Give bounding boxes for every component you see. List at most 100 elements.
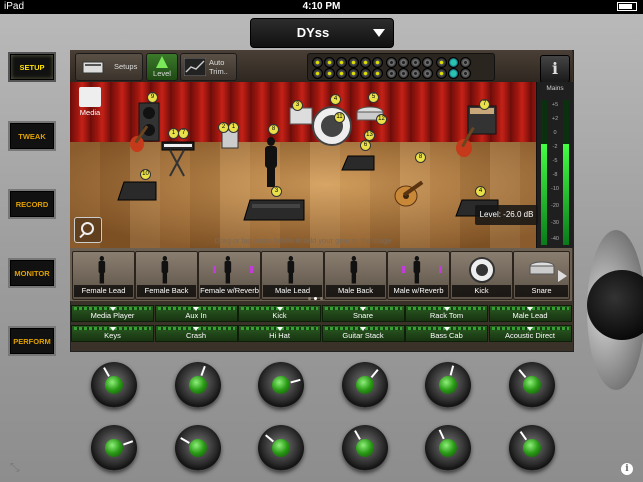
tray-item[interactable]: Kick xyxy=(450,251,513,300)
vocalist-figure[interactable] xyxy=(264,137,278,187)
snare-drum-icon xyxy=(529,261,555,275)
channel-knob[interactable] xyxy=(91,362,137,408)
input-jack[interactable] xyxy=(360,57,371,68)
channel-strip[interactable]: Snare xyxy=(321,305,405,322)
channel-knob[interactable] xyxy=(508,362,555,408)
electric-guitar-icon[interactable] xyxy=(454,124,484,158)
input-jack[interactable] xyxy=(422,68,433,79)
input-jack[interactable] xyxy=(460,68,471,79)
channel-knob[interactable] xyxy=(258,362,304,408)
channel-knob[interactable] xyxy=(425,425,471,471)
input-jack[interactable] xyxy=(436,57,447,68)
preset-selector[interactable]: DYss xyxy=(250,18,394,48)
channel-strip[interactable]: Media Player xyxy=(71,305,154,322)
meter-bar-right xyxy=(563,100,569,245)
channel-strip[interactable]: Keys xyxy=(71,325,154,342)
channel-knob[interactable] xyxy=(174,362,221,408)
guitar-icon[interactable] xyxy=(128,122,156,154)
input-jack[interactable] xyxy=(312,68,323,79)
channel-strip[interactable]: Aux In xyxy=(154,305,238,322)
input-jack[interactable] xyxy=(360,68,371,79)
nav-record-button[interactable]: RECORD xyxy=(10,191,54,217)
input-jack[interactable] xyxy=(324,57,335,68)
input-jack[interactable] xyxy=(386,68,397,79)
stage-area[interactable]: 9 1 7 2 1 8 3 4 5 6 7 8 3 4 10 11 12 13 xyxy=(70,82,536,248)
channel-knob[interactable] xyxy=(425,362,471,408)
tray-item-label: Kick xyxy=(452,285,511,297)
channel-knob[interactable] xyxy=(508,425,555,471)
input-jack[interactable] xyxy=(372,68,383,79)
channel-strip[interactable]: Guitar Stack xyxy=(321,325,405,342)
channel-strip[interactable]: Rack Tom xyxy=(405,305,488,322)
input-jack[interactable] xyxy=(348,68,359,79)
input-jack[interactable] xyxy=(348,57,359,68)
channel-knob[interactable] xyxy=(341,362,388,408)
nav-tweak-button[interactable]: TWEAK xyxy=(10,123,54,149)
input-jack[interactable] xyxy=(422,57,433,68)
tray-item[interactable]: Male Back xyxy=(324,251,387,300)
meter-scale: +5 +2 0 -2 -5 -8 -10 -20 -30 -40 xyxy=(549,100,561,245)
tray-scroll-right-icon[interactable] xyxy=(558,270,567,282)
nav-monitor-button[interactable]: MONITOR xyxy=(10,260,54,286)
channel-knob[interactable] xyxy=(258,425,304,471)
kick-drum-icon xyxy=(469,257,495,283)
info-icon[interactable]: i xyxy=(621,463,633,475)
tray-item[interactable]: Male Lead xyxy=(261,251,324,300)
input-jack[interactable] xyxy=(398,57,409,68)
setups-icon xyxy=(82,61,104,74)
kick-drum-icon[interactable] xyxy=(310,104,354,150)
input-jack[interactable] xyxy=(460,57,471,68)
input-jack[interactable] xyxy=(436,68,447,79)
tray-item[interactable]: Female Lead xyxy=(72,251,135,300)
channel-knob[interactable] xyxy=(341,425,388,471)
media-button[interactable]: Media xyxy=(75,87,105,121)
nav-perform-button[interactable]: PERFORM xyxy=(10,328,54,354)
keyboard-icon[interactable] xyxy=(160,138,196,178)
auto-trim-button[interactable]: Auto Trim.. xyxy=(180,53,237,81)
tray-item[interactable]: Female Back xyxy=(135,251,198,300)
input-jack[interactable] xyxy=(448,57,459,68)
channel-knob[interactable] xyxy=(91,425,137,471)
input-jack[interactable] xyxy=(336,57,347,68)
tray-item[interactable]: Male w/Reverb xyxy=(387,251,450,300)
tray-item[interactable]: Female w/Reverb xyxy=(198,251,261,300)
channel-strip[interactable]: Kick xyxy=(238,305,321,322)
setups-button[interactable]: Setups xyxy=(75,53,143,81)
channel-strip[interactable]: Male Lead xyxy=(488,305,572,322)
input-badge: 4 xyxy=(330,94,341,105)
acoustic-guitar-icon[interactable] xyxy=(392,170,442,210)
nav-setup-button[interactable]: SETUP xyxy=(10,54,54,80)
input-jack[interactable] xyxy=(386,57,397,68)
input-jack[interactable] xyxy=(324,68,335,79)
input-jack[interactable] xyxy=(410,57,421,68)
input-badge: 8 xyxy=(268,124,279,135)
input-jack-panel xyxy=(307,53,495,81)
level-button[interactable]: Level xyxy=(146,53,178,81)
channel-strip[interactable]: Acoustic Direct xyxy=(488,325,572,342)
media-label: Media xyxy=(79,108,101,117)
monitor-wedge-icon[interactable] xyxy=(242,198,306,222)
input-jack[interactable] xyxy=(398,68,409,79)
channel-knob[interactable] xyxy=(174,425,221,471)
channel-strip[interactable]: Hi Hat xyxy=(238,325,321,342)
input-badge: 6 xyxy=(360,140,371,151)
monitor-wedge-icon[interactable] xyxy=(340,154,376,172)
page-indicator xyxy=(304,297,334,303)
channel-label: Kick xyxy=(272,311,287,320)
knob-cap xyxy=(522,376,541,394)
input-jack[interactable] xyxy=(410,68,421,79)
input-jack[interactable] xyxy=(336,68,347,79)
input-jack[interactable] xyxy=(312,57,323,68)
channel-strip[interactable]: Bass Cab xyxy=(405,325,488,342)
jog-wheel[interactable] xyxy=(587,230,643,390)
monitor-wedge-icon[interactable] xyxy=(116,180,158,202)
info-button[interactable]: i xyxy=(540,55,570,83)
channel-strip[interactable]: Crash xyxy=(154,325,238,342)
knob-indicator xyxy=(265,434,274,443)
input-jack[interactable] xyxy=(448,68,459,79)
reverb-icon xyxy=(402,266,442,272)
input-jack[interactable] xyxy=(372,57,383,68)
knob-cap xyxy=(355,439,374,457)
stage-hint: Drag or tap icons below to add your gear… xyxy=(214,236,392,245)
expand-icon[interactable]: ⤡ xyxy=(10,460,24,474)
